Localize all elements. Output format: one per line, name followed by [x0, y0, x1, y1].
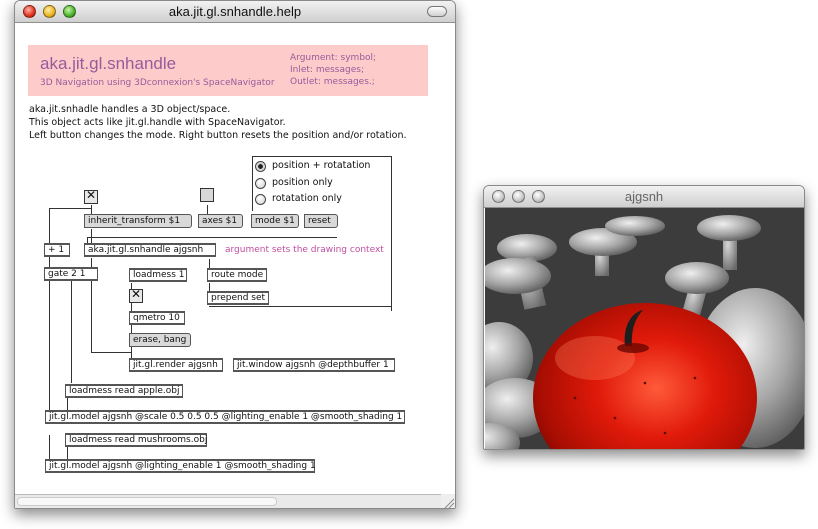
inherit-transform-toggle[interactable]: ✕ [84, 188, 98, 204]
loadmess-1-object[interactable]: loadmess 1 [129, 268, 187, 282]
inherit-transform-message[interactable]: inherit_transform $1 [84, 214, 192, 228]
scrollbar-thumb[interactable] [17, 497, 277, 506]
reset-message[interactable]: reset [304, 214, 338, 228]
axes-message[interactable]: axes $1 [198, 214, 243, 228]
help-object-name: aka.jit.gl.snhandle [40, 54, 177, 73]
loadmess-apple-object[interactable]: loadmess read apple.obj [65, 384, 183, 398]
context-comment: argument sets the drawing context [225, 245, 384, 255]
radio-label: position + rotatation [272, 160, 371, 171]
resize-grip-icon[interactable] [441, 494, 455, 508]
help-window-titlebar[interactable]: aka.jit.gl.snhandle.help [15, 1, 455, 23]
help-argument-text: Argument: symbol; [290, 53, 377, 63]
toggle-x-icon: ✕ [130, 287, 142, 301]
gl-model-apple-object[interactable]: jit.gl.model ajgsnh @scale 0.5 0.5 0.5 @… [45, 410, 405, 424]
route-mode-object[interactable]: route mode [207, 268, 267, 282]
prepend-set-object[interactable]: prepend set [207, 291, 269, 305]
description-line-1: aka.jit.snhadle handles a 3D object/spac… [29, 104, 231, 115]
horizontal-scrollbar[interactable] [15, 494, 441, 508]
patch-cord [49, 208, 50, 243]
qmetro-object[interactable]: qmetro 10 [129, 311, 185, 325]
description-line-2: This object acts like jit.gl.handle with… [29, 117, 286, 128]
patch-cord [67, 447, 68, 459]
patch-cord [49, 281, 50, 411]
gl-render-view[interactable] [484, 208, 804, 449]
render-window: ajgsnh [483, 185, 805, 450]
patch-cord [87, 237, 337, 238]
help-outlet-text: Outlet: messages.; [290, 77, 375, 87]
patch-cord [91, 352, 131, 353]
patch-cord [49, 435, 50, 459]
patch-cord [252, 156, 392, 157]
apple-and-mushrooms-scene [484, 208, 804, 449]
loadmess-mushrooms-object[interactable]: loadmess read mushrooms.obj [65, 433, 207, 447]
mode-message[interactable]: mode $1 [251, 214, 299, 228]
radio-label: position only [272, 177, 333, 188]
gl-render-object[interactable]: jit.gl.render ajgsnh [129, 358, 223, 372]
patch-cord [391, 156, 392, 311]
radio-position-rotation[interactable] [255, 161, 266, 172]
patch-cord [252, 156, 253, 211]
toggle-x-icon: ✕ [85, 188, 97, 202]
plus-one-object[interactable]: + 1 [44, 243, 70, 257]
metro-toggle[interactable]: ✕ [129, 287, 143, 303]
gate-object[interactable]: gate 2 1 [44, 267, 98, 281]
erase-bang-message[interactable]: erase, bang [129, 333, 191, 347]
axes-toggle[interactable] [200, 188, 214, 202]
description-line-3: Left button changes the mode. Right butt… [29, 130, 407, 141]
gl-model-mushrooms-object[interactable]: jit.gl.model ajgsnh @lighting_enable 1 @… [45, 459, 316, 473]
snhandle-object[interactable]: aka.jit.gl.snhandle ajgsnh [84, 243, 216, 257]
jit-window-object[interactable]: jit.window ajgsnh @depthbuffer 1 [233, 358, 395, 372]
toolbar-toggle-button[interactable] [427, 6, 447, 17]
help-object-subtitle: 3D Navigation using 3Dconnexion's SpaceN… [40, 78, 275, 88]
render-window-title: ajgsnh [624, 189, 664, 204]
patch-cord [71, 281, 72, 383]
patch-cord [49, 257, 50, 267]
patch-cord [49, 208, 92, 209]
patcher-canvas[interactable]: aka.jit.gl.snhandle 3D Navigation using … [15, 23, 455, 508]
help-patcher-window: aka.jit.gl.snhandle.help aka.jit.gl.snha… [14, 0, 456, 509]
radio-rotation-only[interactable] [255, 194, 266, 205]
patch-cord [67, 398, 68, 410]
help-window-title: aka.jit.gl.snhandle.help [168, 4, 302, 19]
render-window-titlebar[interactable]: ajgsnh [484, 186, 804, 208]
patch-cord [209, 306, 391, 307]
radio-label: rotatation only [272, 193, 342, 204]
help-header-band: aka.jit.gl.snhandle 3D Navigation using … [28, 45, 428, 96]
help-inlet-text: Inlet: messages; [290, 65, 364, 75]
radio-position-only[interactable] [255, 178, 266, 189]
